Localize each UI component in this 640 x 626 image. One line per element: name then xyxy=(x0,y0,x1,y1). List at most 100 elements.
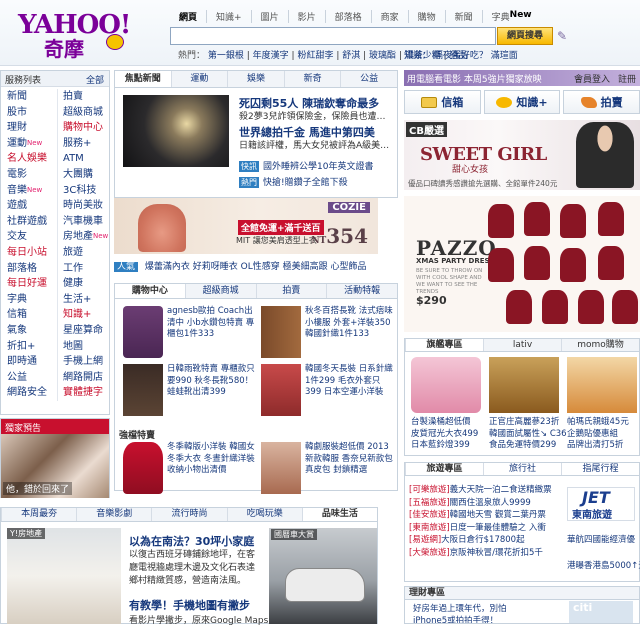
travel-promo-link[interactable]: 港曝香港島5000↑元 xyxy=(567,559,640,571)
tab-lativ[interactable]: lativ xyxy=(483,339,561,351)
service-item[interactable]: 名人娛樂 xyxy=(2,151,54,167)
flagship-link[interactable]: 正官庄高麗蔘23折 韓國面試屬性↘ C36 食品免運特價299 xyxy=(489,417,567,452)
pazzo-ad[interactable]: PAZZO XMAS PARTY DRESS BE SURE TO THROW … xyxy=(404,196,640,332)
hot-link[interactable]: 年度漢字 xyxy=(253,51,289,61)
tab-shopping-center[interactable]: 購物中心 xyxy=(115,284,185,298)
service-item[interactable]: 超級商城 xyxy=(58,105,109,121)
tab-hot-week[interactable]: 本周最夯 xyxy=(1,508,76,521)
service-item[interactable]: 每日小站 xyxy=(2,245,54,261)
tab-answers[interactable]: 知識+ xyxy=(206,10,251,23)
service-item[interactable]: 信箱 xyxy=(2,307,54,323)
popular-link[interactable]: 爆蕾滿內衣 xyxy=(145,262,190,272)
product-item[interactable]: agnesb歐拍 Coach出清中 小b水鑽包特賣 專櫃包1件333 xyxy=(119,306,257,360)
service-item[interactable]: 交友 xyxy=(2,229,54,245)
service-item[interactable]: 時尚美妝 xyxy=(58,198,109,214)
register-link[interactable]: 註冊 xyxy=(618,72,636,85)
service-item[interactable]: 字典 xyxy=(2,292,54,308)
travel-item[interactable]: [東南旅遊]日度一筆最佳體驗之 入衝 xyxy=(409,521,561,534)
tab-local[interactable]: 商家 xyxy=(370,10,408,23)
tab-flagship[interactable]: 旗艦專區 xyxy=(405,339,483,351)
tab-odd[interactable]: 新奇 xyxy=(283,71,341,87)
citi-logo[interactable]: citi xyxy=(569,601,633,623)
tab-web[interactable]: 網頁 xyxy=(170,10,206,23)
popular-link[interactable]: OL性感穿 xyxy=(241,262,280,272)
popular-link[interactable]: 極美細高跟 xyxy=(283,262,328,272)
tab-sports[interactable]: 運動 xyxy=(170,71,228,87)
service-item[interactable]: 每日好運 xyxy=(2,276,54,292)
tab-dictionary[interactable]: 字典New xyxy=(481,10,541,23)
tab-shopping[interactable]: 購物 xyxy=(407,10,445,23)
tab-super-mall[interactable]: 超級商城 xyxy=(184,284,256,298)
popular-link[interactable]: 好莉呀睡衣 xyxy=(193,262,238,272)
tab-travel[interactable]: 旅遊專區 xyxy=(405,463,483,475)
bathtub-image[interactable] xyxy=(411,357,481,413)
service-all-link[interactable]: 全部 xyxy=(86,73,104,86)
service-item[interactable]: 公益 xyxy=(2,370,54,386)
supplement-image[interactable] xyxy=(567,357,637,413)
lifestyle-headline[interactable]: 有教學！手機地圖有撇步 xyxy=(129,597,250,613)
service-item[interactable]: 購物中心 xyxy=(58,120,109,136)
travel-item[interactable]: [五福旅遊]關西住溫泉旅人9999 xyxy=(409,496,561,509)
service-item[interactable]: 拍賣 xyxy=(58,89,109,105)
finance-link[interactable]: iPhone5或拍拍手得！ xyxy=(413,614,498,623)
service-item[interactable]: 氣象 xyxy=(2,323,54,339)
mail-button[interactable]: 信箱 xyxy=(404,90,481,114)
product-item[interactable]: 冬季韓版小洋裝 韓國女冬季大衣 冬晝針織洋裝 收納小物出清價 xyxy=(119,442,257,496)
service-item[interactable]: 社群遊戲 xyxy=(2,214,54,230)
finance-link[interactable]: 好房年過上環年代，別怕 xyxy=(413,602,507,614)
travel-item[interactable]: [可樂旅遊]義大天院一泊二食送精緻票 xyxy=(409,483,561,496)
service-item[interactable]: 理財 xyxy=(2,120,54,136)
service-item[interactable]: 網路開店 xyxy=(58,370,109,386)
ginseng-image[interactable] xyxy=(489,357,559,413)
jet-logo[interactable]: JET 東南旅遊 xyxy=(567,487,635,521)
product-item[interactable]: 秋冬百搭長靴 法式痞味小樓服 外套+洋裝350 韓國針織1件133 xyxy=(257,306,395,360)
movie-promo-link[interactable]: 用電腦看電影 本周5強片獨家放映 xyxy=(407,72,542,85)
travel-promo-link[interactable]: 華航四國能經濟優 xyxy=(567,533,635,545)
tab-agency[interactable]: 旅行社 xyxy=(483,463,561,475)
service-item[interactable]: 實體捷字 xyxy=(58,385,109,401)
tab-food[interactable]: 吃喝玩樂 xyxy=(226,508,302,521)
tab-fashion[interactable]: 流行時尚 xyxy=(151,508,226,521)
tab-images[interactable]: 圖片 xyxy=(250,10,288,23)
service-item[interactable]: 股市 xyxy=(2,105,54,121)
tab-video[interactable]: 影片 xyxy=(287,10,325,23)
popular-link[interactable]: 心型飾品 xyxy=(331,262,367,272)
tab-top-news[interactable]: 焦點新聞 xyxy=(115,71,171,87)
cb-ad[interactable]: CB嚴選 SWEET GIRL 甜心女孩 優品口碑讀秀感讚搶先選購、全館單件24… xyxy=(404,120,640,190)
service-item[interactable]: 網路安全 xyxy=(2,385,54,401)
tab-entertainment[interactable]: 娛樂 xyxy=(227,71,284,87)
service-item[interactable]: 工作 xyxy=(58,261,109,277)
service-item[interactable]: 音樂New xyxy=(2,183,54,199)
cozie-ad[interactable]: 全館免運+滿千送百 MIT 讓您美肩透型上衣 COZIE NT354 xyxy=(114,198,378,254)
login-link[interactable]: 會員登入 xyxy=(574,72,610,85)
preview-caption[interactable]: 他，錯於回來了 xyxy=(3,482,73,495)
service-item[interactable]: 大團購 xyxy=(58,167,109,183)
knowledge-link[interactable]: 隔夜蛋好吃？ xyxy=(434,51,488,61)
car-image[interactable]: 國曆車大賞 xyxy=(269,528,377,624)
exclusive-preview[interactable]: 獨家預告 他，錯於回來了 xyxy=(0,418,110,498)
service-item[interactable]: 服務+ xyxy=(58,136,109,152)
tab-momo[interactable]: momo購物 xyxy=(561,339,639,351)
service-item[interactable]: 部落格 xyxy=(2,261,54,277)
yahoo-logo[interactable]: YAHOO! 奇摩 xyxy=(8,4,136,61)
product-item[interactable]: 韓國冬天長裝 日系針織1件299 毛衣外套只399 日本空運小洋裝 xyxy=(257,364,395,418)
news-row[interactable]: 快訊 國外睡辨公學10年英文證書 xyxy=(239,159,373,172)
service-item[interactable]: 即時通 xyxy=(2,354,54,370)
news-row[interactable]: 熱門 快搶!贈鑽子全館下殺 xyxy=(239,175,348,188)
tab-music[interactable]: 音樂影劇 xyxy=(76,508,151,521)
service-item[interactable]: 遊戲 xyxy=(2,198,54,214)
lifestyle-headline[interactable]: 以為在南法？30坪小家庭 xyxy=(129,533,254,549)
service-item[interactable]: 汽車機車 xyxy=(58,214,109,230)
service-item[interactable]: 旅遊 xyxy=(58,245,109,261)
tab-itinerary[interactable]: 指尾行程 xyxy=(561,463,639,475)
pen-icon[interactable]: ✎ xyxy=(557,29,567,43)
hot-link[interactable]: 舒淇 xyxy=(342,51,360,61)
hot-link[interactable]: 粉紅甜李 xyxy=(297,51,333,61)
travel-item[interactable]: [佳安旅遊]韓國地天雪 觀賞二葉丹票 xyxy=(409,508,561,521)
service-item[interactable]: 房地產New xyxy=(58,229,109,245)
tab-news[interactable]: 新聞 xyxy=(444,10,482,23)
travel-item[interactable]: [大榮旅遊]京阪神秋冒/環花折扣5千 xyxy=(409,546,561,559)
tab-auction[interactable]: 拍賣 xyxy=(255,284,327,298)
service-item[interactable]: 運動New xyxy=(2,136,54,152)
news-image[interactable] xyxy=(123,95,229,167)
